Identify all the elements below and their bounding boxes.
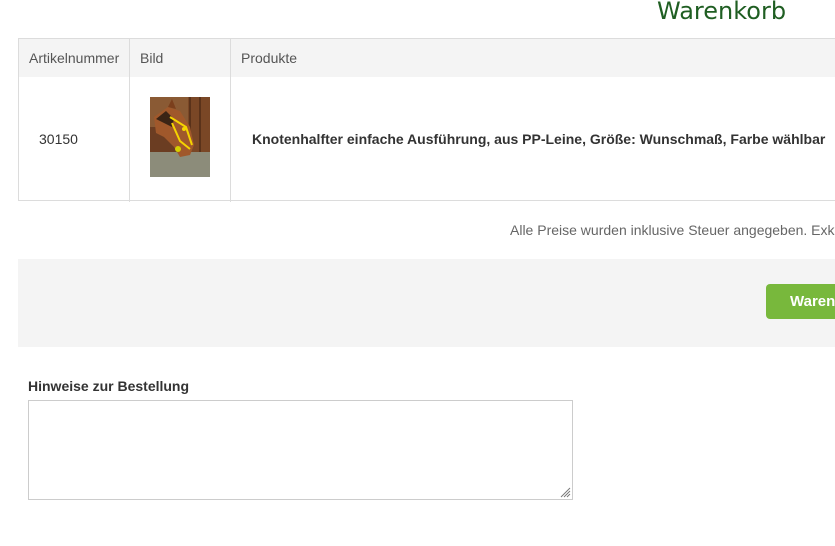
cart-button[interactable]: Waren: [766, 284, 835, 319]
product-image[interactable]: [150, 97, 210, 177]
resize-grip-icon[interactable]: [559, 486, 571, 498]
cell-article-number: 30150: [39, 131, 78, 147]
cart-action-bar: [18, 259, 835, 347]
column-header-article-number: Artikelnummer: [29, 50, 120, 66]
table-header: Artikelnummer Bild Produkte: [19, 39, 835, 77]
cart-table: Artikelnummer Bild Produkte 30150 Knoten…: [18, 38, 835, 202]
cell-product-name[interactable]: Knotenhalfter einfache Ausführung, aus P…: [252, 77, 825, 201]
page-title: Warenkorb: [657, 0, 787, 25]
order-notes-label: Hinweise zur Bestellung: [28, 378, 190, 394]
tax-note: Alle Preise wurden inklusive Steuer ange…: [510, 222, 835, 238]
column-header-image: Bild: [140, 50, 164, 66]
column-divider: [129, 39, 130, 202]
column-header-products: Produkte: [241, 50, 298, 66]
cart-page: Warenkorb Artikelnummer Bild Produkte 30…: [0, 0, 835, 546]
column-divider: [230, 39, 231, 202]
order-notes-textarea[interactable]: [28, 400, 573, 500]
